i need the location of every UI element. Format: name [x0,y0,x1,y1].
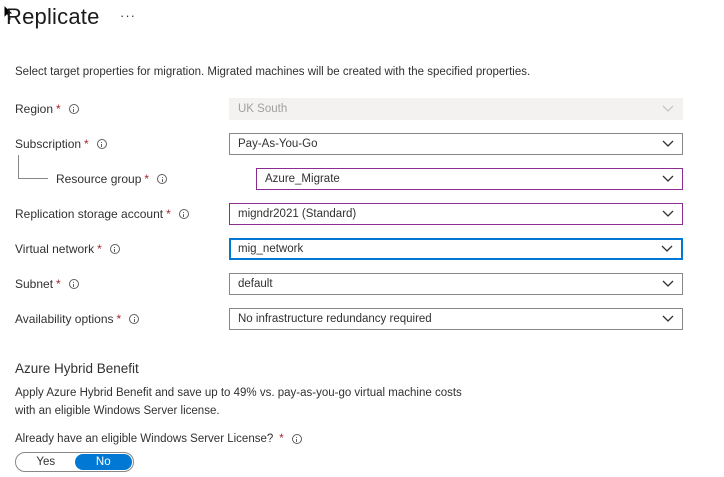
storage-account-label: Replication storage account * [15,207,189,221]
resource-group-dropdown[interactable]: Azure_Migrate [256,168,683,190]
required-marker: * [56,277,61,291]
storage-account-label-text: Replication storage account [15,207,164,221]
info-icon[interactable] [157,174,168,184]
license-question: Already have an eligible Windows Server … [15,433,302,445]
required-marker: * [97,242,102,256]
tree-connector [18,155,48,179]
chevron-down-icon [662,210,674,217]
info-icon[interactable] [178,209,189,219]
resource-group-value: Azure_Migrate [265,173,340,185]
info-icon[interactable] [109,244,120,254]
resource-group-label-text: Resource group [56,172,142,186]
chevron-down-icon [662,105,674,112]
chevron-down-icon [662,315,674,322]
required-marker: * [116,312,122,326]
subnet-value: default [238,278,273,290]
chevron-down-icon [662,280,674,287]
subscription-dropdown[interactable]: Pay-As-You-Go [229,133,683,155]
availability-label: Availability options * [15,312,140,326]
page-description: Select target properties for migration. … [15,66,531,78]
chevron-down-icon [661,245,673,252]
replicate-blade: Replicate ··· Select target properties f… [0,0,724,477]
chevron-down-icon [662,175,674,182]
virtual-network-dropdown[interactable]: mig_network [229,238,683,260]
info-icon[interactable] [68,104,79,114]
subnet-label: Subnet * [15,277,79,291]
info-icon[interactable] [96,139,107,149]
info-icon[interactable] [291,434,302,444]
hybrid-desc-line-1: Apply Azure Hybrid Benefit and save up t… [15,387,462,399]
required-marker: * [279,433,284,445]
info-icon[interactable] [129,314,140,324]
license-toggle[interactable]: Yes No [15,452,134,472]
required-marker: * [144,172,150,186]
region-dropdown: UK South [229,98,683,120]
availability-value: No infrastructure redundancy required [238,313,432,325]
required-marker: * [84,137,89,151]
required-marker: * [166,207,171,221]
more-options-button[interactable]: ··· [120,8,136,23]
availability-dropdown[interactable]: No infrastructure redundancy required [229,308,683,330]
info-icon[interactable] [68,279,79,289]
toggle-yes-option[interactable]: Yes [17,454,75,470]
storage-account-value: migndr2021 (Standard) [238,208,357,220]
storage-account-dropdown[interactable]: migndr2021 (Standard) [229,203,683,225]
required-marker: * [56,102,61,116]
virtual-network-label-text: Virtual network [15,242,95,256]
hybrid-benefit-description: Apply Azure Hybrid Benefit and save up t… [15,384,485,420]
virtual-network-label: Virtual network * [15,242,120,256]
hybrid-desc-line-2: with an eligible Windows Server license. [15,405,220,417]
toggle-no-option[interactable]: No [74,454,132,470]
page-title: Replicate [6,4,100,29]
region-label: Region * [15,102,79,116]
license-question-text: Already have an eligible Windows Server … [15,433,274,445]
availability-label-text: Availability options [15,312,114,326]
subscription-label: Subscription * [15,137,107,151]
resource-group-label: Resource group * [56,172,168,186]
region-label-text: Region [15,102,54,116]
subscription-label-text: Subscription [15,137,82,151]
subnet-label-text: Subnet [15,277,54,291]
subscription-value: Pay-As-You-Go [238,138,318,150]
virtual-network-value: mig_network [238,243,304,255]
hybrid-benefit-heading: Azure Hybrid Benefit [15,361,139,376]
chevron-down-icon [662,140,674,147]
subnet-dropdown[interactable]: default [229,273,683,295]
region-value: UK South [238,103,288,115]
